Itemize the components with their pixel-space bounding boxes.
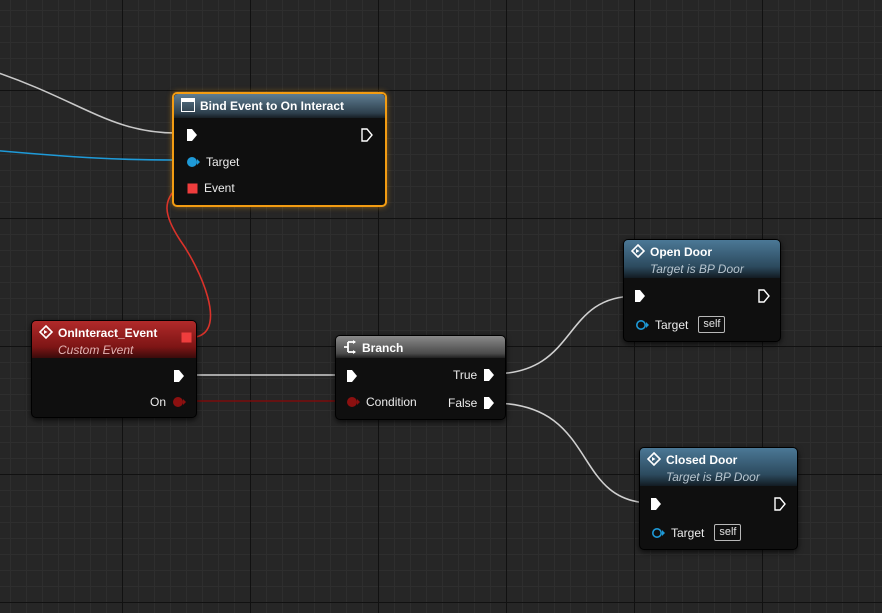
branch-title: Branch (362, 341, 404, 355)
object-pin-hollow-icon (652, 527, 665, 538)
exec-pin-hollow-icon (758, 289, 770, 303)
open-door-header[interactable]: Open Door Target is BP Door (624, 240, 780, 278)
exec-out-pin[interactable] (774, 497, 786, 511)
exec-wire-incoming (0, 72, 177, 134)
false-pin[interactable]: False (448, 396, 495, 410)
function-diamond-icon (647, 452, 661, 466)
bind-event-header[interactable]: Bind Event to On Interact (174, 94, 385, 118)
branch-header[interactable]: Branch (336, 336, 505, 358)
target-label: Target (206, 155, 240, 169)
exec-wire-true-open (491, 295, 637, 375)
target-pin[interactable]: Target (186, 155, 239, 169)
exec-pin-filled-icon (347, 370, 357, 382)
exec-in-pin[interactable] (634, 289, 646, 303)
event-pin[interactable]: Event (187, 181, 235, 195)
event-diamond-icon (39, 325, 53, 339)
object-wire-incoming (0, 150, 177, 161)
on-label: On (150, 395, 167, 409)
object-pin-icon (187, 157, 200, 167)
exec-pin-hollow-icon (361, 128, 373, 142)
exec-pin-filled-icon (484, 397, 495, 409)
condition-pin[interactable]: Condition (346, 395, 417, 409)
target-pin[interactable]: Target self (651, 524, 742, 541)
exec-pin-hollow-icon (774, 497, 786, 511)
bool-pin-icon (173, 397, 187, 407)
delegate-out-pin-icon[interactable] (181, 332, 192, 343)
exec-in-pin[interactable] (650, 497, 662, 511)
exec-wire-false-closed (491, 402, 653, 504)
exec-pin-filled-icon (651, 498, 661, 510)
closed-door-node[interactable]: Closed Door Target is BP Door Target sel… (639, 447, 798, 550)
bind-event-node[interactable]: Bind Event to On Interact Target Event (172, 92, 387, 207)
target-label: Target (655, 317, 689, 332)
false-label: False (448, 396, 478, 410)
closed-door-header[interactable]: Closed Door Target is BP Door (640, 448, 797, 486)
event-dispatcher-icon (181, 98, 195, 112)
branch-icon (344, 340, 356, 354)
bind-event-title: Bind Event to On Interact (200, 99, 345, 113)
true-label: True (453, 368, 478, 382)
condition-label: Condition (366, 395, 417, 409)
closed-door-subtitle: Target is BP Door (666, 470, 760, 484)
exec-pin-filled-icon (174, 370, 184, 382)
target-pin[interactable]: Target self (635, 316, 726, 333)
exec-in-pin[interactable] (186, 128, 198, 142)
custom-event-header[interactable]: OnInteract_Event Custom Event (32, 321, 196, 358)
exec-pin-filled-icon (187, 129, 197, 141)
custom-event-subtitle: Custom Event (58, 343, 134, 357)
self-default-value: self (698, 316, 726, 333)
open-door-node[interactable]: Open Door Target is BP Door Target self (623, 239, 781, 342)
open-door-title: Open Door (650, 245, 712, 259)
delegate-pin-icon (187, 183, 198, 193)
custom-event-title: OnInteract_Event (58, 326, 158, 340)
true-pin[interactable]: True (453, 368, 495, 382)
self-default-value: self (714, 524, 742, 541)
open-door-subtitle: Target is BP Door (650, 262, 744, 276)
exec-out-pin[interactable] (173, 369, 185, 383)
branch-node[interactable]: Branch True Condition False (335, 335, 506, 420)
exec-out-pin[interactable] (361, 128, 373, 142)
exec-in-pin[interactable] (346, 369, 358, 383)
delegate-wire (166, 186, 212, 338)
exec-pin-filled-icon (484, 369, 495, 381)
bool-pin-icon (347, 397, 360, 407)
exec-out-pin[interactable] (758, 289, 770, 303)
function-diamond-icon (631, 244, 645, 258)
closed-door-title: Closed Door (666, 453, 738, 467)
custom-event-node[interactable]: OnInteract_Event Custom Event On (31, 320, 197, 418)
exec-pin-filled-icon (635, 290, 645, 302)
event-label: Event (204, 181, 235, 195)
object-pin-hollow-icon (636, 319, 649, 330)
target-label: Target (671, 525, 705, 540)
on-pin[interactable]: On (150, 395, 187, 409)
